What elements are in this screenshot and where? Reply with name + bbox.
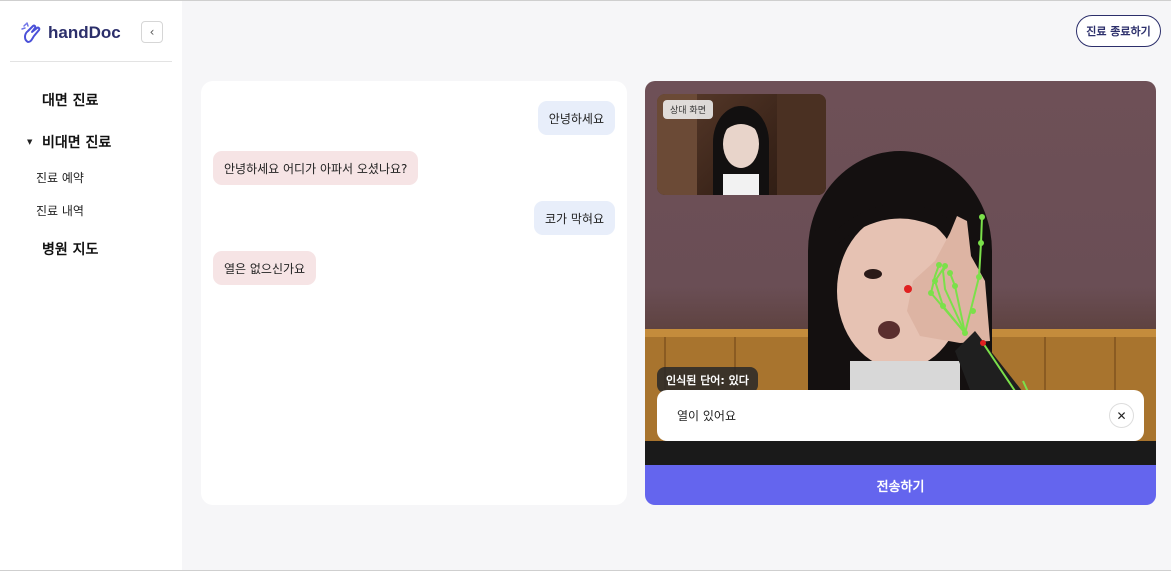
chevron-left-icon: ‹ [149,25,155,39]
video-controls-bar [645,441,1156,465]
sidebar-item-history[interactable]: 진료 내역 [36,202,84,219]
chat-panel: 안녕하세요 안녕하세요 어디가 아파서 오셨나요? 코가 막혀요 열은 없으신가… [201,81,627,505]
sign-text-input[interactable] [677,390,1097,441]
send-button[interactable]: 전송하기 [645,465,1156,505]
peer-video-label: 상대 화면 [663,100,713,119]
caret-down-icon[interactable]: ▼ [27,138,32,146]
sidebar-item-booking[interactable]: 진료 예약 [36,169,84,186]
logo[interactable]: handDoc [20,19,121,47]
sidebar-item-in-person[interactable]: 대면 진료 [42,90,98,110]
hand-logo-icon [21,22,41,43]
sidebar-item-hospital-map[interactable]: 병원 지도 [42,239,98,259]
sign-text-box: ✕ [657,390,1144,441]
app-name: handDoc [48,23,121,42]
chat-message: 코가 막혀요 [533,201,615,235]
clear-input-button[interactable]: ✕ [1109,403,1134,428]
chat-message: 안녕하세요 [537,101,615,135]
chat-message: 열은 없으신가요 [213,251,317,285]
sidebar-item-remote[interactable]: 비대면 진료 [42,132,111,152]
collapse-sidebar-button[interactable]: ‹ [141,21,163,43]
sidebar: handDoc ‹ 대면 진료 ▼ 비대면 진료 진료 예약 진료 내역 병원 … [0,1,182,570]
close-icon: ✕ [1116,408,1127,423]
sidebar-divider [10,61,172,62]
end-consultation-button[interactable]: 진료 종료하기 [1076,15,1161,47]
chat-message: 안녕하세요 어디가 아파서 오셨나요? [213,151,419,185]
